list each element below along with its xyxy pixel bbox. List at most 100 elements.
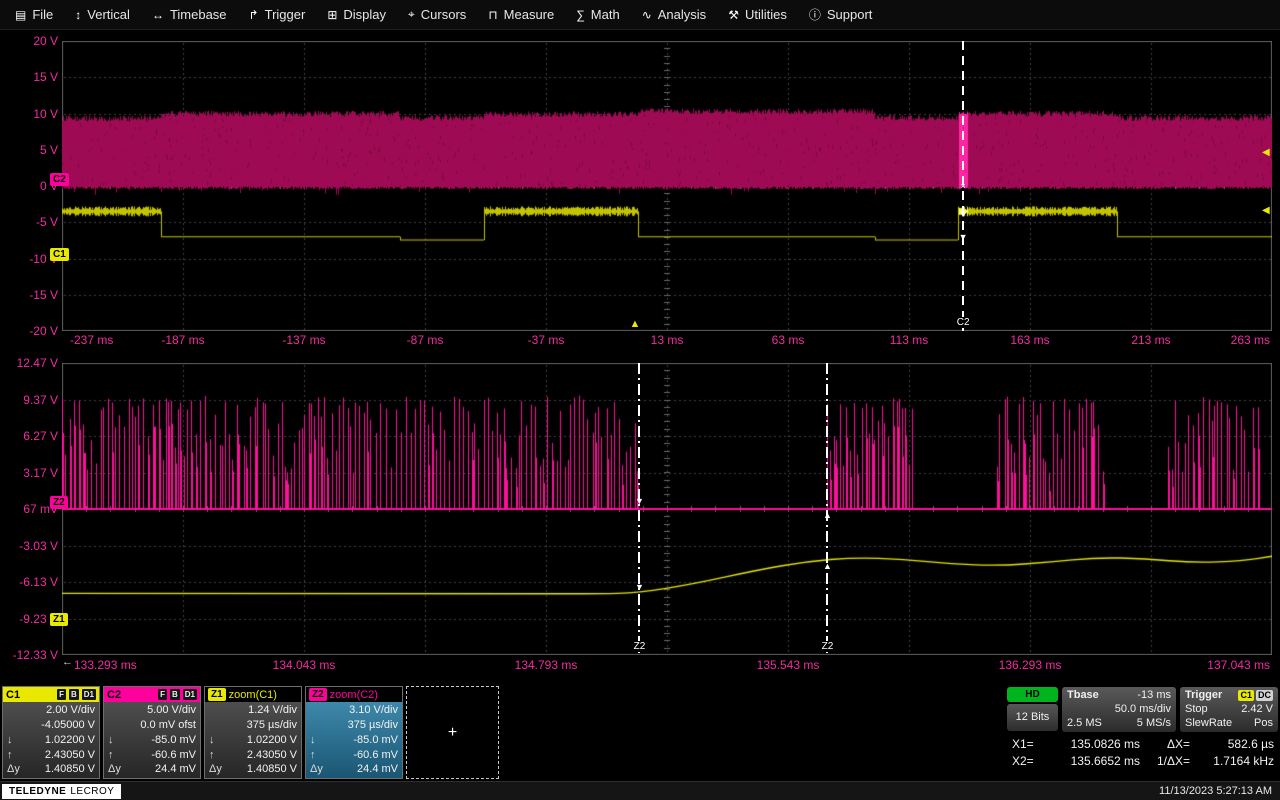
value-row: Δy1.40850 V: [7, 762, 95, 777]
status-badge: B: [69, 689, 79, 700]
pan-left-icon[interactable]: ←: [62, 656, 73, 668]
status-badge: B: [170, 689, 180, 700]
menu-item-display[interactable]: ⊞Display: [316, 0, 397, 29]
trigger-coupling-chip: DC: [1256, 690, 1273, 701]
cursor-label: Z2: [632, 641, 648, 652]
menu-item-analysis[interactable]: ∿Analysis: [631, 0, 717, 29]
x1-value: 135.0826 ms: [1046, 737, 1140, 751]
trigger-mode: Stop: [1185, 703, 1208, 716]
file-icon: ▤: [15, 8, 26, 22]
x-tick: -87 ms: [407, 333, 444, 347]
cursor-line-1[interactable]: [638, 363, 640, 655]
x-tick: 213 ms: [1131, 333, 1170, 347]
menu-item-label: Cursors: [421, 7, 467, 22]
vertical-icon: ↕: [75, 8, 81, 22]
trace-id: Z2: [309, 688, 327, 701]
value-row: ↑2.43050 V: [7, 748, 95, 763]
tbase-delay: -13 ms: [1137, 689, 1171, 702]
y-tick: -12.33 V: [2, 648, 58, 662]
tbase-title: Tbase: [1067, 689, 1099, 702]
value-row: ↓1.02200 V: [209, 733, 297, 748]
x-tick: -37 ms: [528, 333, 565, 347]
add-trace-box[interactable]: +: [406, 686, 499, 779]
timebase-box[interactable]: Tbase -13 ms 50.0 ms/div 2.5 MS 5 MS/s: [1062, 687, 1176, 732]
menu-item-label: Utilities: [745, 7, 787, 22]
trigger-time-marker[interactable]: ▲: [630, 319, 641, 330]
channel-box-c1[interactable]: C1FBD12.00 V/div-4.05000 V↓1.02200 V↑2.4…: [2, 686, 100, 779]
x-tick: 163 ms: [1010, 333, 1049, 347]
value-row: ↓1.02200 V: [7, 733, 95, 748]
value-text: -60.6 mV: [151, 748, 196, 763]
channel-box-z1[interactable]: Z1zoom(C1)1.24 V/div375 µs/div↓1.02200 V…: [204, 686, 302, 779]
menu-item-utilities[interactable]: ⚒Utilities: [717, 0, 798, 29]
timebase-icon: ↔: [152, 8, 164, 22]
value-text: 375 µs/div: [348, 718, 398, 733]
adc-bits[interactable]: 12 Bits: [1007, 704, 1058, 731]
value-prefix: ↓: [108, 733, 114, 748]
cursor-marker: ×: [960, 181, 965, 191]
channel-indicator-z1[interactable]: Z1: [50, 613, 68, 626]
cursor-marker: ▼: [959, 209, 968, 219]
value-text: 24.4 mV: [155, 762, 196, 777]
menu-item-support[interactable]: ⓘSupport: [798, 0, 884, 29]
channel-box-c2[interactable]: C2FBD15.00 V/div0.0 mV ofst↓-85.0 mV↑-60…: [103, 686, 201, 779]
value-row: -4.05000 V: [7, 718, 95, 733]
menu-item-math[interactable]: ∑ Math: [565, 0, 630, 29]
y-tick: 5 V: [2, 143, 58, 157]
menu-item-trigger[interactable]: ↱Trigger: [238, 0, 317, 29]
channel-header: Z2zoom(C2): [306, 687, 402, 702]
brand-bold: TELEDYNE: [9, 786, 66, 797]
tbase-rate: 5 MS/s: [1137, 717, 1171, 730]
status-badge: F: [57, 689, 66, 700]
menu-item-timebase[interactable]: ↔Timebase: [141, 0, 238, 29]
cursor-readout: X1= 135.0826 ms ΔX= 582.6 µs X2= 135.665…: [1012, 737, 1274, 768]
math-icon: ∑: [576, 8, 585, 22]
cursor-marker: ▲: [823, 561, 832, 571]
channel-indicator-c2[interactable]: C2: [50, 173, 69, 186]
menu-item-file[interactable]: ▤ File: [4, 0, 64, 29]
display-icon: ⊞: [327, 8, 337, 22]
x-tick: 63 ms: [772, 333, 805, 347]
menu-item-cursors[interactable]: ⌖ Cursors: [397, 0, 477, 29]
y-tick: 15 V: [2, 70, 58, 84]
menu-item-label: Measure: [504, 7, 555, 22]
value-row: ↓-85.0 mV: [108, 733, 196, 748]
value-prefix: ↓: [7, 733, 13, 748]
menu-item-label: Math: [591, 7, 620, 22]
channel-indicator-z2[interactable]: Z2: [50, 496, 68, 509]
value-text: 1.02200 V: [247, 733, 297, 748]
trigger-box[interactable]: Trigger C1 DC Stop 2.42 V SlewRate Pos: [1180, 687, 1278, 732]
inv-dx-value: 1.7164 kHz: [1190, 754, 1274, 768]
trigger-level: 2.42 V: [1241, 703, 1273, 716]
trigger-level-marker[interactable]: ◀: [1262, 148, 1270, 158]
menu-item-vertical[interactable]: ↕Vertical: [64, 0, 141, 29]
channel-indicator-c1[interactable]: C1: [50, 248, 69, 261]
channel-values: 3.10 V/div375 µs/div↓-85.0 mV↑-60.6 mVΔy…: [306, 702, 402, 778]
value-row: ↓-85.0 mV: [310, 733, 398, 748]
datetime: 11/13/2023 5:27:13 AM: [1159, 785, 1272, 797]
channel-header: C1FBD1: [3, 687, 99, 702]
x1-label: X1=: [1012, 737, 1046, 751]
channel-box-z2[interactable]: Z2zoom(C2)3.10 V/div375 µs/div↓-85.0 mV↑…: [305, 686, 403, 779]
trigger-type: SlewRate: [1185, 717, 1232, 730]
channel-values: 1.24 V/div375 µs/div↓1.02200 V↑2.43050 V…: [205, 702, 301, 778]
cursors-icon: ⌖: [408, 7, 415, 22]
y-tick: 20 V: [2, 34, 58, 48]
cursor-line-2[interactable]: [826, 363, 828, 655]
value-row: 3.10 V/div: [310, 703, 398, 718]
menu-item-label: Support: [827, 7, 873, 22]
value-text: 1.40850 V: [45, 762, 95, 777]
menu-item-measure[interactable]: ⊓Measure: [477, 0, 565, 29]
plus-icon: +: [448, 724, 457, 742]
value-text: 1.40850 V: [247, 762, 297, 777]
channel-values: 5.00 V/div0.0 mV ofst↓-85.0 mV↑-60.6 mVΔ…: [104, 702, 200, 778]
trigger-level-marker[interactable]: ◀: [1262, 206, 1270, 216]
menu-item-label: File: [32, 7, 53, 22]
inv-dx-label: 1/ΔX=: [1140, 754, 1190, 768]
trigger-slope: Pos: [1254, 717, 1273, 730]
trace-source: zoom(C2): [330, 689, 378, 701]
value-row: ↑2.43050 V: [209, 748, 297, 763]
channel-values: 2.00 V/div-4.05000 V↓1.02200 V↑2.43050 V…: [3, 702, 99, 778]
tbase-scale: 50.0 ms/div: [1115, 703, 1171, 716]
cursor-label: C2: [955, 317, 972, 328]
